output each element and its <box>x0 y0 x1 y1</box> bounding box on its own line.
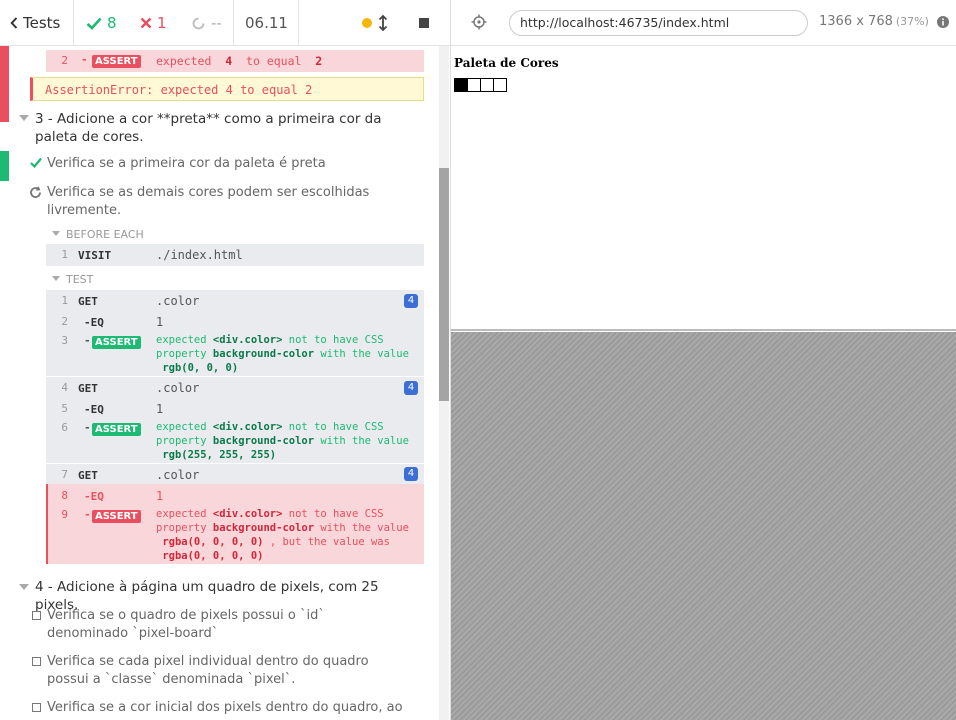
color-swatch[interactable] <box>493 78 507 92</box>
scroll-arrows-icon <box>378 15 388 31</box>
collapse-caret-icon[interactable] <box>52 276 60 281</box>
running-spinner-icon <box>29 186 42 203</box>
command-number: 5 <box>61 402 68 415</box>
back-label: Tests <box>23 14 61 32</box>
assert-badge[interactable]: ASSERT <box>92 423 141 436</box>
command-name: VISIT <box>78 249 112 262</box>
pending-count[interactable]: -- <box>191 0 222 46</box>
test-title[interactable]: Verifica se cada pixel individual dentro… <box>47 653 407 689</box>
test-title[interactable]: Verifica se a primeira cor da paleta é p… <box>47 155 326 173</box>
command-number: 1 <box>61 294 68 307</box>
assert-badge[interactable]: ASSERT <box>92 510 141 523</box>
before-each-label: BEFORE EACH <box>66 228 144 241</box>
scrollbar-thumb[interactable] <box>439 168 449 401</box>
pending-checkbox-icon <box>32 657 41 666</box>
assert-badge: ASSERT <box>92 55 141 68</box>
assert-badge[interactable]: ASSERT <box>92 336 141 349</box>
color-swatch[interactable] <box>454 78 468 92</box>
command-name[interactable]: GET <box>78 295 98 308</box>
command-message: .color <box>156 381 200 395</box>
app-preview-panel: http://localhost:46735/index.html 1366 x… <box>450 0 956 720</box>
command-message: 1 <box>156 402 164 416</box>
chevron-left-icon <box>10 17 18 29</box>
info-icon[interactable] <box>937 16 949 32</box>
check-icon <box>30 157 42 172</box>
command-number: 4 <box>61 381 68 394</box>
app-iframe[interactable]: Paleta de Cores <box>451 46 956 331</box>
command-number: 9 <box>61 508 68 521</box>
command-message: 1 <box>156 489 164 503</box>
command-group: 1 GET .color 4 2 -EQ 1 3 - ASSERT expect… <box>46 290 424 376</box>
command-row[interactable]: 1 VISIT ./index.html <box>46 244 424 266</box>
stop-icon <box>419 18 429 28</box>
reporter-header: Tests 8 1 -- 06.11 <box>0 0 450 46</box>
assert-message: expected <div.color> not to have CSS pro… <box>156 334 409 374</box>
command-message: .color <box>156 294 200 308</box>
reporter-scrollbar[interactable] <box>439 46 449 720</box>
command-name[interactable]: GET <box>78 382 98 395</box>
auto-scroll-toggle[interactable] <box>361 0 391 46</box>
pending-circle-icon <box>192 17 205 29</box>
command-number: 2 <box>61 54 68 67</box>
command-name[interactable]: -EQ <box>84 490 104 503</box>
fail-indicator-line <box>46 484 48 564</box>
collapse-caret-icon[interactable] <box>52 231 60 236</box>
element-count-badge: 4 <box>404 467 418 481</box>
fail-indicator-bar <box>0 46 9 122</box>
assert-message: expected 4 to equal 2 <box>156 54 323 68</box>
aut-header: http://localhost:46735/index.html 1366 x… <box>451 0 956 46</box>
suite-title[interactable]: 3 - Adicione a cor **preta** como a prim… <box>35 110 425 146</box>
pass-indicator-bar <box>0 151 9 181</box>
command-name[interactable]: -EQ <box>84 403 104 416</box>
url-text: http://localhost:46735/index.html <box>520 15 730 30</box>
app-title: Paleta de Cores <box>454 56 559 70</box>
command-group: 4 GET .color 4 5 -EQ 1 6 - ASSERT expect… <box>46 377 424 463</box>
viewport-size[interactable]: 1366 x 768 (37%) <box>819 14 929 29</box>
command-name: GET <box>78 469 98 482</box>
assert-message: expected <div.color> not to have CSS pro… <box>156 421 409 461</box>
command-number: 8 <box>61 489 68 502</box>
command-message: .color <box>156 468 200 482</box>
command-row[interactable]: 2 - ASSERT expected 4 to equal 2 <box>46 50 424 72</box>
back-to-tests-button[interactable]: Tests <box>10 0 60 46</box>
pending-checkbox-icon <box>32 703 41 712</box>
reporter-panel: 2 - ASSERT expected 4 to equal 2 Asserti… <box>0 0 450 720</box>
selector-playground-button[interactable] <box>471 14 487 34</box>
assert-message: expected <div.color> not to have CSS pro… <box>156 508 409 562</box>
color-palette <box>454 78 507 92</box>
collapse-caret-icon[interactable] <box>19 584 29 590</box>
command-name[interactable]: -EQ <box>84 316 104 329</box>
error-message: AssertionError: expected 4 to equal 2 <box>45 83 313 97</box>
x-icon <box>140 17 152 29</box>
element-count-badge: 4 <box>404 294 418 308</box>
status-dot-icon <box>362 18 372 28</box>
command-number: 3 <box>61 334 68 347</box>
failed-command-group: 8 -EQ 1 9 - ASSERT expected <div.color> … <box>46 484 424 564</box>
crosshair-icon <box>471 14 487 30</box>
command-message: ./index.html <box>156 248 243 262</box>
test-hook-label: TEST <box>66 273 94 286</box>
command-number: 2 <box>61 315 68 328</box>
color-swatch[interactable] <box>480 78 494 92</box>
assertion-error-box[interactable]: AssertionError: expected 4 to equal 2 <box>30 77 424 101</box>
failed-count[interactable]: 1 <box>140 0 167 46</box>
run-duration: 06.11 <box>245 14 288 32</box>
command-number: 7 <box>61 468 68 481</box>
passed-count[interactable]: 8 <box>86 0 117 46</box>
command-message: 1 <box>156 315 164 329</box>
iframe-background <box>451 332 956 720</box>
stop-button[interactable] <box>418 0 430 46</box>
test-title[interactable]: Verifica se o quadro de pixels possui o … <box>47 607 387 643</box>
color-swatch[interactable] <box>467 78 481 92</box>
command-number: 1 <box>61 248 68 261</box>
command-number: 6 <box>61 421 68 434</box>
element-count-badge: 4 <box>404 381 418 395</box>
test-title[interactable]: Verifica se as demais cores podem ser es… <box>47 184 377 220</box>
collapse-caret-icon[interactable] <box>19 115 29 121</box>
check-icon <box>86 17 102 30</box>
url-bar[interactable]: http://localhost:46735/index.html <box>509 10 808 36</box>
test-title[interactable]: Verifica se a cor inicial dos pixels den… <box>47 699 407 717</box>
command-row[interactable]: 7 GET .color 4 <box>46 464 424 484</box>
pending-checkbox-icon <box>32 611 41 620</box>
